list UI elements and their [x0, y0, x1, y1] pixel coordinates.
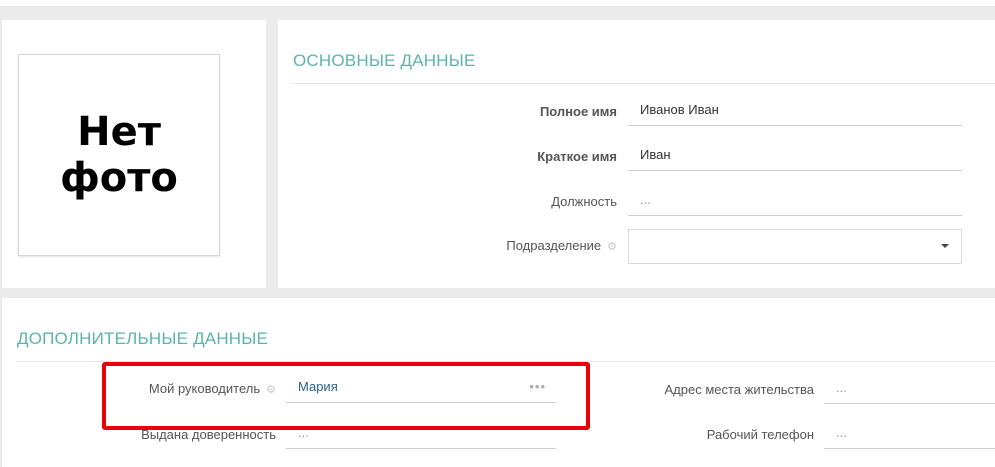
- highlight-box: [102, 362, 590, 430]
- work-phone-label: Рабочий телефон: [706, 427, 814, 442]
- address-label: Адрес места жительства: [664, 382, 814, 397]
- department-label-wrap: Подразделение ⚙: [438, 238, 617, 253]
- full-name-label: Полное имя: [539, 104, 617, 119]
- no-photo-text: Нет фото: [60, 109, 178, 201]
- gear-icon[interactable]: ⚙: [607, 240, 617, 253]
- full-name-field[interactable]: Иванов Иван: [628, 96, 962, 126]
- photo-placeholder[interactable]: Нет фото: [18, 54, 220, 256]
- chevron-down-icon[interactable]: [941, 244, 949, 248]
- photo-panel: Нет фото: [2, 20, 266, 288]
- department-label: Подразделение: [506, 238, 602, 253]
- short-name-field[interactable]: Иван: [628, 141, 962, 171]
- section-title-extra: ДОПОЛНИТЕЛЬНЫЕ ДАННЫЕ: [17, 329, 269, 348]
- position-label: Должность: [551, 194, 617, 209]
- department-select[interactable]: [628, 229, 962, 264]
- position-field[interactable]: ...: [628, 186, 962, 216]
- main-data-panel: ОСНОВНЫЕ ДАННЫЕ Полное имя Иванов Иван К…: [278, 20, 995, 288]
- top-strip: [0, 0, 995, 6]
- work-phone-field[interactable]: ...: [824, 419, 995, 449]
- short-name-label: Краткое имя: [537, 149, 617, 164]
- section-title-main: ОСНОВНЫЕ ДАННЫЕ: [293, 51, 476, 70]
- section-divider: [292, 83, 995, 84]
- address-field[interactable]: ...: [824, 374, 995, 404]
